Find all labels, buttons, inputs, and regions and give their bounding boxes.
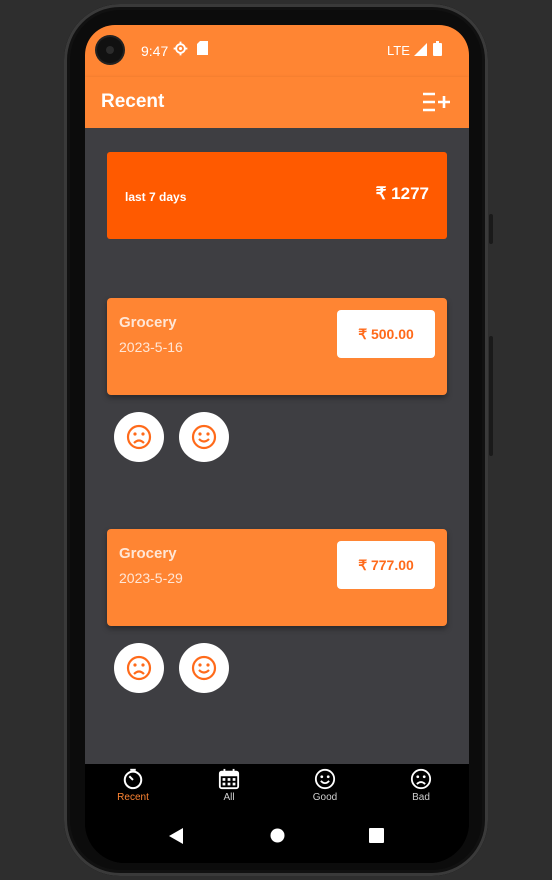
mark-bad-button[interactable] [114, 412, 164, 462]
power-button [489, 214, 493, 244]
nav-label-good: Good [312, 792, 338, 803]
signal-icon [414, 43, 427, 59]
bottom-navigation: Recent All Good Bad [85, 764, 469, 814]
transaction-category: Grocery [119, 314, 177, 331]
timer-icon [123, 768, 143, 790]
playlist-add-icon[interactable] [423, 91, 451, 113]
system-navigation-bar [85, 814, 469, 863]
back-icon[interactable] [169, 828, 183, 844]
mark-bad-button[interactable] [114, 643, 164, 693]
home-icon[interactable] [270, 828, 285, 843]
nav-item-bad[interactable]: Bad [373, 768, 469, 803]
sd-card-icon [197, 41, 208, 58]
transaction-amount[interactable]: ₹ 777.00 [337, 541, 435, 589]
status-time: 9:47 [141, 43, 169, 59]
sad-icon [410, 768, 432, 790]
summary-card[interactable]: last 7 days ₹ 1277 [107, 152, 447, 239]
transaction-category: Grocery [119, 545, 177, 562]
transaction-card[interactable]: Grocery 2023-5-16 ₹ 500.00 [107, 298, 447, 395]
sad-icon [126, 424, 152, 450]
settings-icon [173, 41, 188, 59]
screen: 9:47 LTE Recent last 7 days ₹ 1277 Groce… [85, 25, 469, 863]
status-bar: 9:47 LTE [85, 25, 469, 77]
sad-icon [126, 655, 152, 681]
transaction-amount[interactable]: ₹ 500.00 [337, 310, 435, 358]
summary-total-value: 1277 [391, 184, 429, 203]
nav-label-all: All [223, 792, 235, 803]
smile-icon [191, 424, 217, 450]
calendar-icon [218, 768, 240, 790]
recents-icon[interactable] [369, 828, 384, 843]
nav-item-recent[interactable]: Recent [85, 768, 181, 803]
summary-label: last 7 days [125, 190, 187, 204]
nav-item-good[interactable]: Good [277, 768, 373, 803]
nav-item-all[interactable]: All [181, 768, 277, 803]
page-title: Recent [101, 91, 165, 112]
transaction-card[interactable]: Grocery 2023-5-29 ₹ 777.00 [107, 529, 447, 626]
mark-good-button[interactable] [179, 412, 229, 462]
transaction-date: 2023-5-16 [119, 339, 183, 355]
camera-cutout [97, 37, 123, 63]
battery-icon [433, 41, 442, 59]
nav-label-recent: Recent [117, 792, 149, 803]
mark-good-button[interactable] [179, 643, 229, 693]
volume-button [489, 336, 493, 456]
app-bar: Recent [85, 77, 469, 128]
currency-symbol: ₹ [375, 184, 387, 203]
nav-label-bad: Bad [412, 792, 430, 803]
summary-total: ₹ 1277 [376, 184, 429, 204]
smile-icon [191, 655, 217, 681]
network-type-label: LTE [387, 43, 410, 58]
content-area: last 7 days ₹ 1277 Grocery 2023-5-16 ₹ 5… [85, 128, 469, 764]
transaction-date: 2023-5-29 [119, 570, 183, 586]
smile-icon [314, 768, 336, 790]
